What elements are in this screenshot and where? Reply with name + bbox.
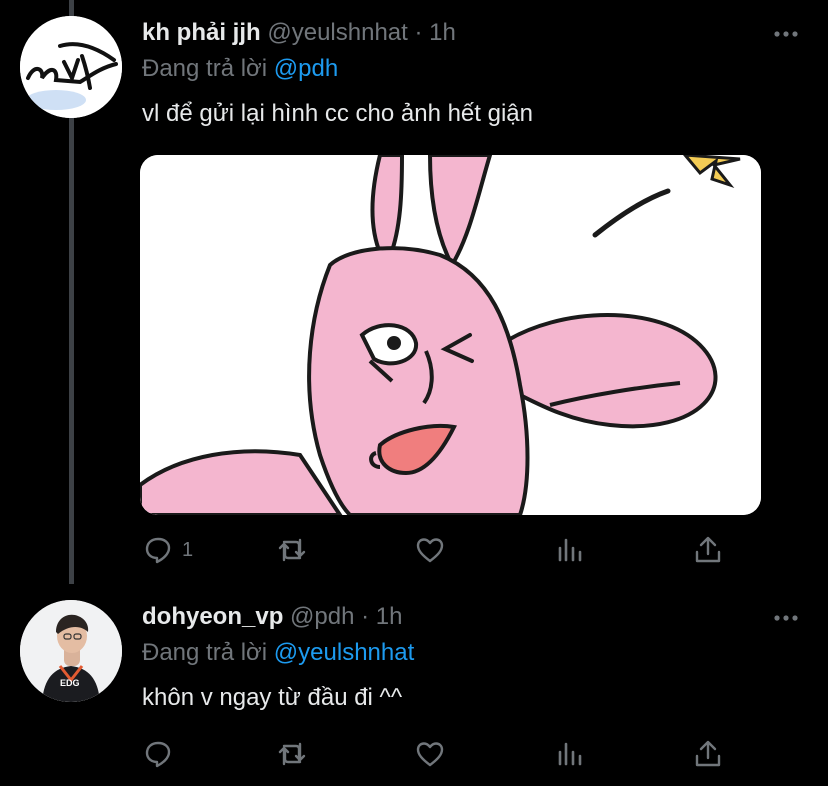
separator-dot: ·	[414, 19, 423, 46]
avatar[interactable]: EDG	[20, 600, 122, 702]
like-icon	[416, 742, 444, 767]
tweet-text: khôn v ngay từ đầu đi ^^	[142, 684, 403, 711]
more-options-button[interactable]	[772, 20, 800, 48]
analytics-button[interactable]	[554, 530, 586, 570]
more-icon	[774, 615, 798, 621]
avatar-photo-icon: EDG	[20, 600, 122, 702]
share-icon	[695, 536, 721, 563]
user-handle[interactable]: @pdh	[290, 603, 354, 630]
avatar-drawing-icon	[20, 16, 122, 118]
more-icon	[774, 31, 798, 37]
like-button[interactable]	[414, 530, 446, 570]
retweet-button[interactable]	[276, 734, 308, 774]
retweet-button[interactable]	[276, 530, 308, 570]
reply-count: 1	[182, 538, 194, 561]
analytics-icon	[558, 742, 582, 766]
user-handle[interactable]: @yeulshnhat	[267, 19, 407, 46]
avatar[interactable]	[20, 16, 122, 118]
share-button[interactable]	[692, 530, 724, 570]
reply-icon	[145, 741, 171, 768]
pink-bunny-image	[140, 155, 761, 515]
display-name[interactable]: dohyeon_vp	[142, 603, 283, 630]
reply-button[interactable]	[142, 734, 182, 774]
analytics-button[interactable]	[554, 734, 586, 774]
timestamp[interactable]: 1h	[429, 19, 456, 46]
reply-button[interactable]: 1	[142, 530, 193, 570]
tweet-image[interactable]	[140, 155, 761, 515]
tweet-header: kh phải jjh @yeulshnhat · 1h	[142, 18, 456, 48]
share-button[interactable]	[692, 734, 724, 774]
tweet-text: vl để gửi lại hình cc cho ảnh hết giận	[142, 100, 533, 127]
replying-to-label: Đang trả lời	[142, 639, 268, 666]
timestamp[interactable]: 1h	[376, 603, 403, 630]
tweet[interactable]: kh phải jjh @yeulshnhat · 1h Đang trả lờ…	[0, 0, 828, 584]
separator-dot: ·	[361, 603, 370, 630]
retweet-icon	[278, 742, 306, 766]
reply-mention-link[interactable]: @pdh	[274, 55, 338, 82]
retweet-icon	[278, 538, 306, 562]
replying-to-line: Đang trả lời @yeulshnhat	[142, 638, 414, 668]
display-name[interactable]: kh phải jjh	[142, 19, 261, 46]
share-icon	[695, 740, 721, 767]
reply-mention-link[interactable]: @yeulshnhat	[274, 639, 414, 666]
tweet-header: dohyeon_vp @pdh · 1h	[142, 602, 402, 632]
like-icon	[416, 538, 444, 563]
tweet-actions: 1	[140, 530, 740, 570]
like-button[interactable]	[414, 734, 446, 774]
tweet-actions	[140, 734, 740, 774]
replying-to-label: Đang trả lời	[142, 55, 268, 82]
more-options-button[interactable]	[772, 604, 800, 632]
tweet[interactable]: EDG dohyeon_vp @pdh · 1h Đang trả lời @y…	[0, 584, 828, 786]
reply-icon	[145, 537, 171, 564]
analytics-icon	[558, 538, 582, 562]
replying-to-line: Đang trả lời @pdh	[142, 54, 338, 84]
avatar-jersey-text: EDG	[60, 678, 80, 688]
